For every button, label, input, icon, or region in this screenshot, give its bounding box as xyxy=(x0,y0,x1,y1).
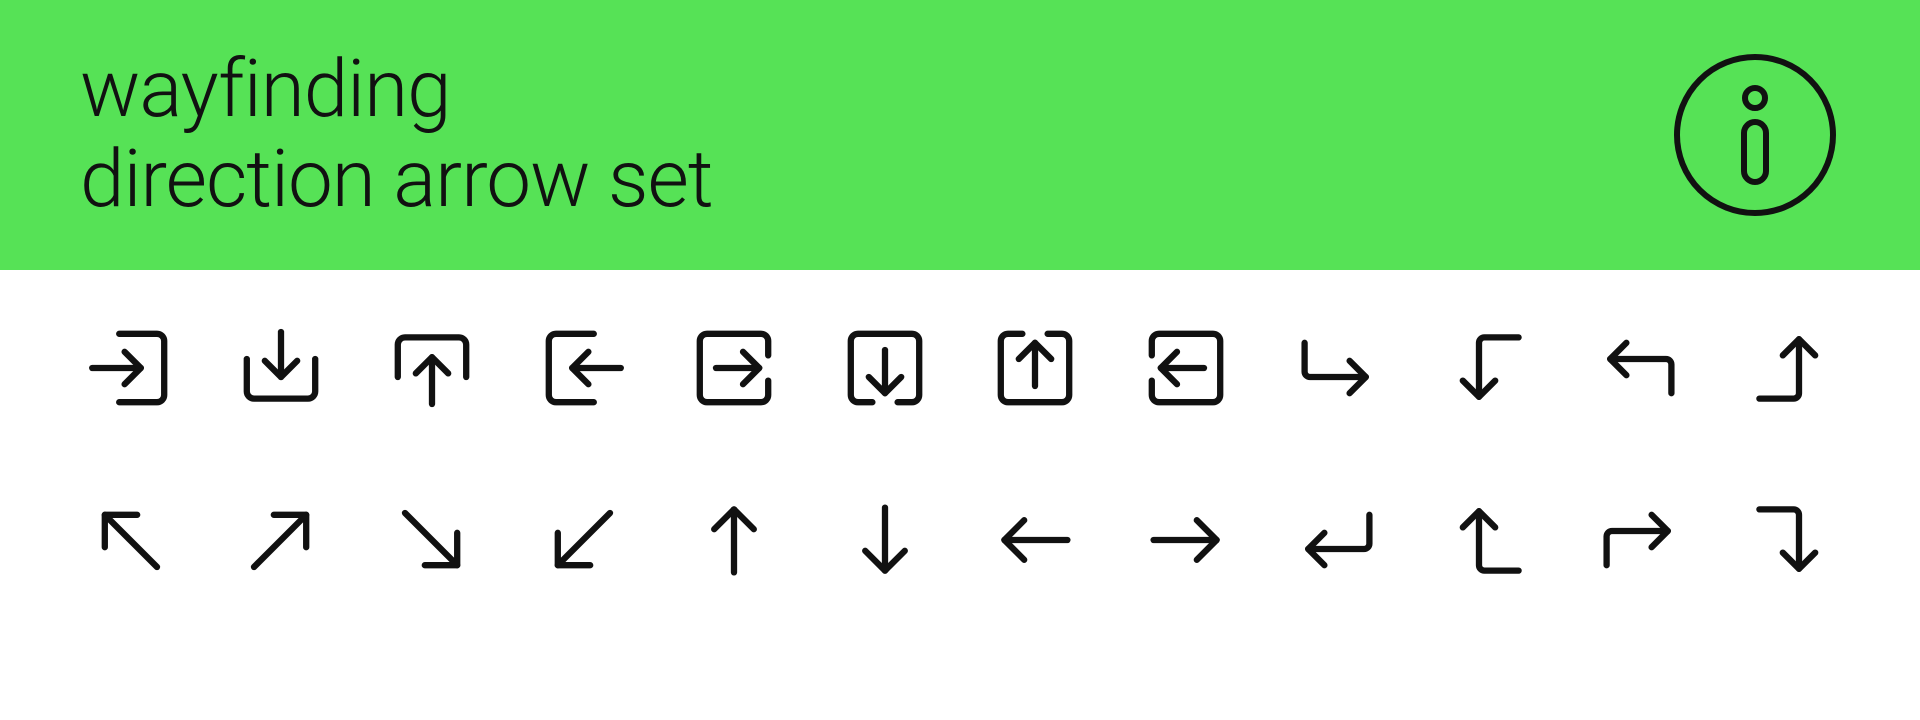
arrow-down-icon xyxy=(835,490,935,590)
corner-down-right-icon xyxy=(1287,318,1387,418)
arrow-up-right-icon xyxy=(231,490,331,590)
box-exit-up-icon xyxy=(985,318,1085,418)
title-line-1: wayfinding xyxy=(80,42,451,136)
box-exit-down-icon xyxy=(835,318,935,418)
info-icon xyxy=(1670,50,1840,220)
tray-upload-icon xyxy=(382,318,482,418)
page-title: wayfinding direction arrow set xyxy=(80,45,713,224)
corner-left-up-icon xyxy=(1438,490,1538,590)
arrow-down-left-icon xyxy=(533,490,633,590)
arrow-left-icon xyxy=(985,490,1085,590)
arrow-down-right-icon xyxy=(382,490,482,590)
corner-right-down-icon xyxy=(1740,490,1840,590)
icon-grid xyxy=(0,270,1920,590)
enter-return-icon xyxy=(1287,490,1387,590)
box-exit-left-icon xyxy=(533,318,633,418)
icon-row-2 xyxy=(80,490,1840,590)
header-banner: wayfinding direction arrow set xyxy=(0,0,1920,270)
tray-download-icon xyxy=(231,318,331,418)
box-enter-right-icon xyxy=(80,318,180,418)
corner-up-right-icon xyxy=(1589,490,1689,590)
title-line-2: direction arrow set xyxy=(80,132,713,226)
icon-row-1 xyxy=(80,318,1840,418)
corner-left-down-icon xyxy=(1438,318,1538,418)
corner-right-up-icon xyxy=(1740,318,1840,418)
arrow-right-icon xyxy=(1136,490,1236,590)
box-open-right-icon xyxy=(684,318,784,418)
reply-left-icon xyxy=(1589,318,1689,418)
arrow-up-left-icon xyxy=(80,490,180,590)
arrow-up-icon xyxy=(684,490,784,590)
box-enter-left-icon xyxy=(1136,318,1236,418)
